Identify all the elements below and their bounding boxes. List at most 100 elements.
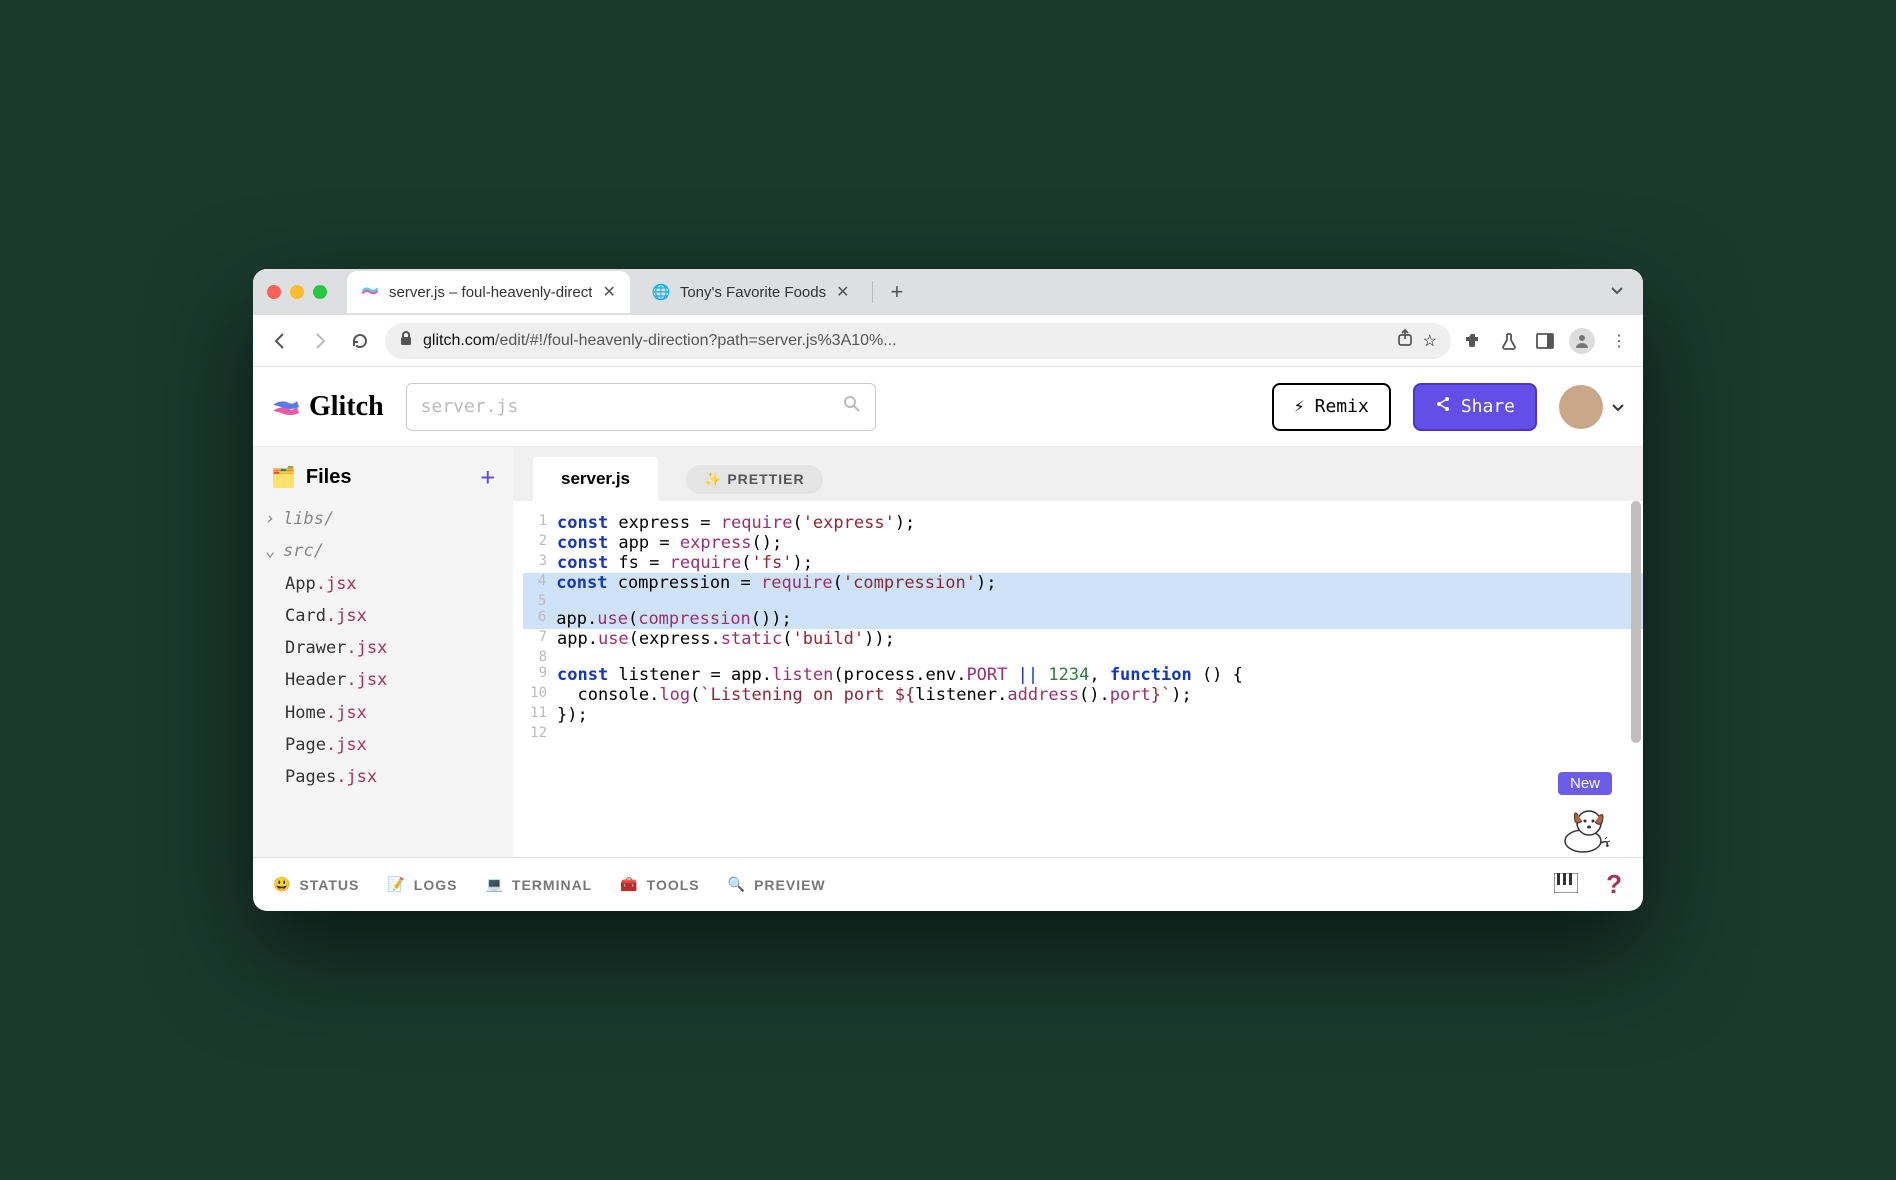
helper-glitch-dog[interactable]: New	[1555, 772, 1615, 853]
browser-toolbar: ⋮	[1461, 328, 1631, 354]
code-content: const compression = require('compression…	[556, 573, 1643, 593]
code-content: const fs = require('fs');	[557, 553, 813, 573]
forward-button[interactable]	[305, 326, 335, 356]
profile-icon[interactable]	[1569, 328, 1595, 354]
code-editor[interactable]: 1const express = require('express');2con…	[513, 501, 1643, 857]
code-line: 1const express = require('express');	[523, 513, 1643, 533]
tabs-menu-button[interactable]	[1591, 282, 1643, 303]
remix-button[interactable]: ⚡ Remix	[1272, 383, 1391, 431]
line-number: 6	[523, 609, 556, 629]
panel-icon[interactable]	[1533, 329, 1557, 353]
files-icon: 🗂️	[271, 465, 296, 490]
tab-close-icon[interactable]: ✕	[602, 282, 615, 302]
tab-close-icon[interactable]: ✕	[836, 282, 849, 302]
folder-item[interactable]: libs/	[265, 503, 513, 535]
line-number: 11	[523, 705, 557, 725]
labs-icon[interactable]	[1497, 329, 1521, 353]
line-number: 9	[523, 665, 557, 685]
code-content: const app = express();	[557, 533, 782, 553]
footer-label: LOGS	[414, 877, 458, 893]
user-menu[interactable]	[1559, 385, 1625, 429]
bookmark-star-icon[interactable]: ☆	[1423, 331, 1437, 351]
share-page-icon[interactable]	[1397, 329, 1413, 352]
vertical-scrollbar[interactable]	[1631, 501, 1641, 743]
code-line: 3const fs = require('fs');	[523, 553, 1643, 573]
file-item[interactable]: App.jsx	[265, 568, 513, 600]
new-tab-button[interactable]: +	[881, 279, 914, 305]
main-area: 🗂️ Files + libs/src/App.jsxCard.jsxDrawe…	[253, 447, 1643, 857]
add-file-button[interactable]: +	[481, 463, 495, 491]
folder-item[interactable]: src/	[265, 535, 513, 567]
user-avatar	[1559, 385, 1603, 429]
code-line: 2const app = express();	[523, 533, 1643, 553]
code-line: 7app.use(express.static('build'));	[523, 629, 1643, 649]
browser-tab-active[interactable]: server.js – foul-heavenly-direct ✕	[347, 271, 630, 313]
file-item[interactable]: Header.jsx	[265, 664, 513, 696]
url-bar: glitch.com/edit/#!/foul-heavenly-directi…	[253, 315, 1643, 367]
back-button[interactable]	[265, 326, 295, 356]
line-number: 5	[523, 593, 556, 609]
dog-icon	[1555, 801, 1615, 853]
file-tree: libs/src/App.jsxCard.jsxDrawer.jsxHeader…	[253, 503, 513, 794]
browser-tab[interactable]: 🌐 Tony's Favorite Foods ✕	[638, 271, 864, 313]
app-header: Glitch server.js ⚡ Remix Share	[253, 367, 1643, 447]
code-line: 4const compression = require('compressio…	[523, 573, 1643, 593]
footer-label: STATUS	[299, 877, 359, 893]
code-content: const listener = app.listen(process.env.…	[557, 665, 1243, 685]
kebab-menu-icon[interactable]: ⋮	[1607, 329, 1631, 353]
code-line: 5	[523, 593, 1643, 609]
reload-button[interactable]	[345, 326, 375, 356]
file-item[interactable]: Page.jsx	[265, 729, 513, 761]
file-item[interactable]: Card.jsx	[265, 600, 513, 632]
tab-title: server.js – foul-heavenly-direct	[389, 284, 592, 301]
file-item[interactable]: Pages.jsx	[265, 761, 513, 793]
app-footer: 😃 STATUS 📝 LOGS 💻 TERMINAL 🧰TOOLS 🔍PREVIEW?	[253, 857, 1643, 911]
line-number: 1	[523, 513, 557, 533]
extensions-icon[interactable]	[1461, 329, 1485, 353]
footer-icon: 😃	[273, 876, 291, 893]
files-label: Files	[306, 466, 352, 489]
code-line: 12	[523, 725, 1643, 741]
code-content: const express = require('express');	[557, 513, 915, 533]
help-button[interactable]: ?	[1606, 869, 1623, 900]
file-item[interactable]: Home.jsx	[265, 697, 513, 729]
close-window-button[interactable]	[267, 285, 281, 299]
glitch-logo-text: Glitch	[309, 391, 384, 423]
footer-icon: 💻	[485, 876, 503, 893]
code-line: 8	[523, 649, 1643, 665]
prettier-button[interactable]: ✨ PRETTIER	[686, 465, 823, 494]
minimize-window-button[interactable]	[290, 285, 304, 299]
code-line: 6app.use(compression());	[523, 609, 1643, 629]
line-number: 12	[523, 725, 557, 741]
footer-icon: 🔍	[728, 876, 746, 893]
code-content: console.log(`Listening on port ${listene…	[557, 685, 1192, 705]
file-tab-active[interactable]: server.js	[533, 457, 658, 501]
footer-tools[interactable]: 🧰TOOLS	[620, 876, 699, 893]
tab-title: Tony's Favorite Foods	[680, 284, 826, 301]
line-number: 10	[523, 685, 557, 705]
window-controls	[267, 285, 327, 299]
file-item[interactable]: Drawer.jsx	[265, 632, 513, 664]
footer-preview[interactable]: 🔍PREVIEW	[728, 876, 826, 893]
browser-chrome: server.js – foul-heavenly-direct ✕ 🌐 Ton…	[253, 269, 1643, 367]
piano-icon[interactable]	[1554, 873, 1578, 896]
share-button[interactable]: Share	[1413, 383, 1537, 431]
glitch-logo[interactable]: Glitch	[271, 391, 384, 423]
footer-status[interactable]: 😃 STATUS	[273, 876, 359, 893]
footer-label: TERMINAL	[512, 877, 592, 893]
address-bar[interactable]: glitch.com/edit/#!/foul-heavenly-directi…	[385, 323, 1451, 359]
search-box[interactable]: server.js	[406, 383, 876, 431]
footer-icon: 📝	[387, 876, 405, 893]
tab-bar: server.js – foul-heavenly-direct ✕ 🌐 Ton…	[253, 269, 1643, 315]
file-sidebar: 🗂️ Files + libs/src/App.jsxCard.jsxDrawe…	[253, 447, 513, 857]
code-content	[556, 593, 1643, 609]
footer-terminal[interactable]: 💻 TERMINAL	[485, 876, 592, 893]
maximize-window-button[interactable]	[313, 285, 327, 299]
file-tabs: server.js ✨ PRETTIER	[513, 447, 1643, 501]
search-placeholder: server.js	[421, 396, 519, 417]
footer-logs[interactable]: 📝 LOGS	[387, 876, 457, 893]
code-content: app.use(express.static('build'));	[557, 629, 895, 649]
line-number: 8	[523, 649, 557, 665]
footer-icon: 🧰	[620, 876, 638, 893]
line-number: 2	[523, 533, 557, 553]
